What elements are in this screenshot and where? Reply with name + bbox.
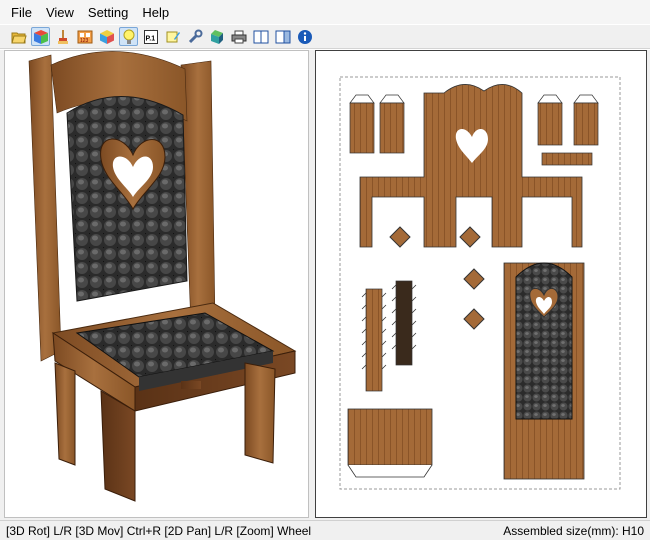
front-right-leg	[244, 362, 276, 464]
assembled-size-readout: Assembled size(mm): H10	[503, 523, 644, 538]
print-icon	[231, 30, 246, 43]
light-bulb-icon	[123, 29, 134, 44]
memo-icon	[166, 31, 180, 42]
3d-view[interactable]	[4, 50, 309, 518]
page-layout-button[interactable]	[251, 27, 270, 46]
menu-file[interactable]: File	[0, 0, 39, 24]
page-icon: P.1	[143, 29, 158, 44]
menu-help[interactable]: Help	[135, 0, 176, 24]
3d-model-icon	[33, 29, 48, 44]
unfold-icon: 123	[77, 30, 92, 44]
seat-box-piece	[347, 408, 433, 478]
unfolded-pattern-sheet	[339, 76, 621, 490]
page-layout-icon	[253, 30, 268, 43]
color-cube-button[interactable]	[97, 27, 116, 46]
color-cube-icon	[99, 29, 114, 44]
back-left-leg	[54, 362, 76, 466]
open-file-icon	[10, 32, 27, 43]
paint-brush-icon	[57, 29, 68, 44]
backrest-cushion-piece	[503, 262, 585, 480]
chair-3d-model	[28, 51, 297, 502]
svg-text:123: 123	[80, 38, 89, 44]
workspace	[0, 50, 650, 520]
toolbar: 123 P.1	[0, 25, 650, 49]
settings-button[interactable]	[185, 27, 204, 46]
paint-button[interactable]	[53, 27, 72, 46]
memo-button[interactable]	[163, 27, 182, 46]
menu-view[interactable]: View	[39, 0, 81, 24]
svg-text:P.1: P.1	[145, 35, 155, 42]
piece-button[interactable]	[207, 27, 226, 46]
piece-icon	[210, 29, 223, 44]
3d-model-button[interactable]	[31, 27, 50, 46]
page-button[interactable]: P.1	[141, 27, 160, 46]
status-bar: [3D Rot] L/R [3D Mov] Ctrl+R [2D Pan] L/…	[0, 520, 650, 540]
window-icon	[275, 30, 290, 43]
open-file-button[interactable]	[9, 27, 28, 46]
2d-pattern-view[interactable]	[315, 50, 647, 518]
info-icon	[297, 29, 312, 44]
light-button[interactable]	[119, 27, 138, 46]
menu-bar: File View Setting Help	[0, 0, 650, 24]
menu-setting[interactable]: Setting	[81, 0, 135, 24]
front-left-leg	[100, 390, 136, 502]
mouse-help-text: [3D Rot] L/R [3D Mov] Ctrl+R [2D Pan] L/…	[6, 523, 312, 538]
window-button[interactable]	[273, 27, 292, 46]
wrench-icon	[188, 29, 202, 43]
back-right-leg	[181, 381, 201, 389]
spindle-pieces	[361, 280, 417, 392]
print-button[interactable]	[229, 27, 248, 46]
info-button[interactable]	[295, 27, 314, 46]
unfold-button[interactable]: 123	[75, 27, 94, 46]
